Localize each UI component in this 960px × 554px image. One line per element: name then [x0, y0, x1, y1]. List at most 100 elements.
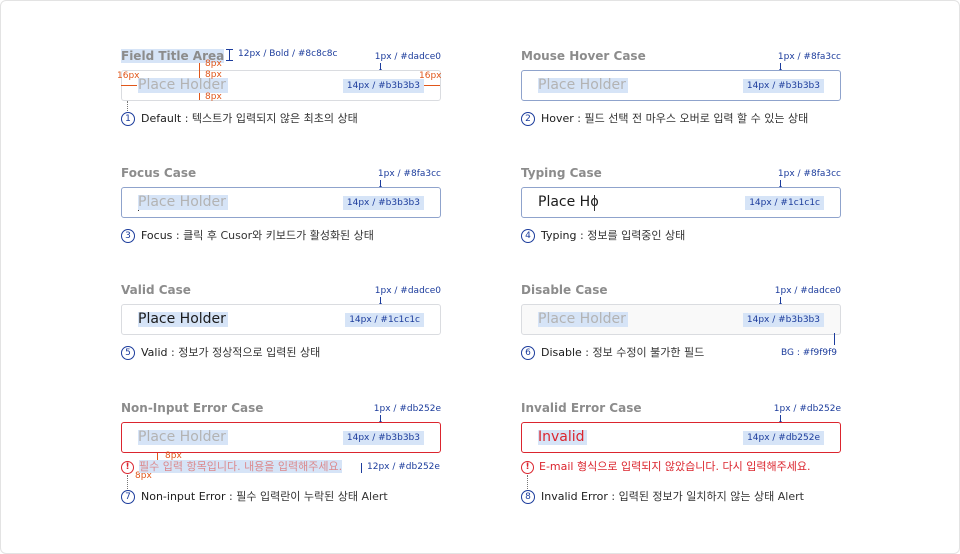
- desc-text: : 필수 입력란이 누락된 상태 Alert: [225, 490, 388, 503]
- desc-text: : 입력된 정보가 일치하지 않는 상태 Alert: [607, 490, 804, 503]
- border-note: 1px / #dadce0: [774, 286, 841, 296]
- case-valid: Valid Case 1px / #dadce0 Place Holder 14…: [121, 283, 441, 383]
- connector-dots: [127, 475, 128, 489]
- text-spec-note: 14px / #b3b3b3: [742, 79, 824, 93]
- gap-marker-field-bottom: [199, 93, 200, 100]
- case-description: 7 Non-input Error : 필수 입력란이 누락된 상태 Alert: [121, 489, 388, 505]
- spec-board: Field Title Area 12px / Bold / #8c8c8c 1…: [0, 0, 960, 554]
- case-description: 2 Hover : 필드 선택 전 마우스 오버로 입력 할 수 있는 상태: [521, 111, 808, 127]
- case-description: 8 Invalid Error : 입력된 정보가 일치하지 않는 상태 Aler…: [521, 489, 804, 505]
- case-default: Field Title Area 12px / Bold / #8c8c8c 1…: [117, 49, 442, 149]
- text-field-error[interactable]: Place Holder 14px / #b3b3b3: [121, 422, 441, 453]
- step-number-badge: 2: [521, 112, 535, 126]
- case-description: 3 Focus : 클릭 후 Cusor와 키보드가 활성화된 상태: [121, 228, 374, 244]
- gap-marker-title-field: [199, 63, 200, 71]
- desc-text: : 정보 수정이 불가한 필드: [581, 346, 705, 359]
- placeholder-text: Place Holder: [138, 194, 228, 210]
- step-number-badge: 5: [121, 346, 135, 360]
- alert-text: E-mail 형식으로 입력되지 않았습니다. 다시 입력해주세요.: [539, 460, 811, 473]
- case-title: Valid Case: [121, 283, 191, 297]
- alert-spec-note: 12px / #db252e: [367, 462, 440, 472]
- text-field-focus[interactable]: Place Holder 14px / #b3b3b3: [121, 187, 441, 218]
- desc-text: : 클릭 후 Cusor와 키보드가 활성화된 상태: [172, 229, 374, 242]
- text-field-valid[interactable]: Place Holder 14px / #1c1c1c: [121, 304, 441, 335]
- placeholder-text: Place Holder: [538, 77, 628, 93]
- alert-size-marker: [361, 463, 362, 473]
- typed-text: Place Ho: [538, 194, 599, 210]
- placeholder-text: Place Holder: [138, 77, 228, 93]
- case-title: Focus Case: [121, 166, 197, 180]
- case-typing: Typing Case 1px / #8fa3cc Place Ho 14px …: [521, 166, 841, 266]
- connector-dots: [527, 475, 528, 489]
- desc-label: Hover: [541, 112, 574, 125]
- step-number-badge: 6: [521, 346, 535, 360]
- gap-label-2: 8px: [205, 70, 222, 80]
- placeholder-text: Place Holder: [138, 429, 228, 445]
- alert-message: ! 필수 입력 항목입니다. 내용을 입력해주세요.: [121, 460, 343, 474]
- text-field-default[interactable]: Place Holder 14px / #b3b3b3: [121, 70, 441, 101]
- entered-text: Place Holder: [138, 311, 228, 327]
- desc-text: : 필드 선택 전 마우스 오버로 입력 할 수 있는 상태: [573, 112, 809, 125]
- title-spec-note: 12px / Bold / #8c8c8c: [238, 49, 338, 59]
- desc-text: : 텍스트가 입력되지 않은 최초의 상태: [181, 112, 358, 125]
- gap-marker-field-top: [199, 71, 200, 78]
- step-number-badge: 8: [521, 490, 535, 504]
- pad-right-label: 16px: [419, 71, 442, 81]
- desc-text: : 정보가 정상적으로 입력된 상태: [167, 346, 321, 359]
- text-field-invalid[interactable]: Invalid 14px / #db252e: [521, 422, 841, 453]
- gap-label-1: 8px: [205, 59, 222, 69]
- text-spec-note: 14px / #b3b3b3: [342, 196, 424, 210]
- case-noninput-error: Non-Input Error Case 1px / #db252e Place…: [121, 401, 441, 504]
- alert-icon: !: [521, 460, 534, 474]
- case-title: Non-Input Error Case: [121, 401, 264, 415]
- alert-icon: !: [121, 460, 134, 474]
- desc-label: Focus: [141, 229, 173, 242]
- alert-message: ! E-mail 형식으로 입력되지 않았습니다. 다시 입력해주세요.: [521, 460, 810, 474]
- desc-label: Default: [141, 112, 182, 125]
- case-description: 6 Disable : 정보 수정이 불가한 필드: [521, 345, 704, 361]
- case-title: Mouse Hover Case: [521, 49, 646, 63]
- gap-label-3: 8px: [205, 92, 222, 102]
- desc-label: Valid: [141, 346, 168, 359]
- border-note: 1px / #dadce0: [374, 52, 441, 62]
- case-description: 5 Valid : 정보가 정상적으로 입력된 상태: [121, 345, 320, 361]
- desc-label: Disable: [541, 346, 582, 359]
- text-spec-note: 14px / #db252e: [743, 431, 824, 445]
- step-number-badge: 1: [121, 112, 135, 126]
- case-focus: Focus Case 1px / #8fa3cc Place Holder 14…: [121, 166, 441, 266]
- title-size-marker-top: [226, 49, 233, 50]
- text-spec-note: 14px / #b3b3b3: [742, 313, 824, 327]
- text-spec-note: 14px / #b3b3b3: [342, 79, 424, 93]
- desc-text: : 정보를 입력중인 상태: [576, 229, 686, 242]
- title-size-marker-bottom: [226, 60, 233, 61]
- desc-label: Typing: [541, 229, 577, 242]
- case-title: Invalid Error Case: [521, 401, 642, 415]
- case-disable: Disable Case 1px / #dadce0 Place Holder …: [521, 283, 841, 383]
- border-note: 1px / #8fa3cc: [777, 169, 841, 179]
- case-invalid-error: Invalid Error Case 1px / #db252e Invalid…: [521, 401, 841, 504]
- pad-right-marker: [424, 85, 440, 86]
- step-number-badge: 4: [521, 229, 535, 243]
- desc-label: Invalid Error: [541, 490, 608, 503]
- text-field-disabled: Place Holder 14px / #b3b3b3: [521, 304, 841, 335]
- case-description: 1 Default : 텍스트가 입력되지 않은 최초의 상태: [121, 111, 358, 127]
- bg-pin: [834, 333, 835, 345]
- text-field-hover[interactable]: Place Holder 14px / #b3b3b3: [521, 70, 841, 101]
- desc-label: Non-input Error: [141, 490, 226, 503]
- text-spec-note: 14px / #1c1c1c: [745, 196, 824, 210]
- text-field-typing[interactable]: Place Ho 14px / #1c1c1c: [521, 187, 841, 218]
- connector-dots: [127, 101, 128, 111]
- step-number-badge: 7: [121, 490, 135, 504]
- placeholder-text: Place Holder: [538, 311, 628, 327]
- alert-text: 필수 입력 항목입니다. 내용을 입력해주세요.: [139, 460, 343, 473]
- text-spec-note: 14px / #b3b3b3: [342, 431, 424, 445]
- border-note: 1px / #8fa3cc: [777, 52, 841, 62]
- case-hover: Mouse Hover Case 1px / #8fa3cc Place Hol…: [521, 49, 841, 149]
- pad-left-label: 16px: [117, 71, 140, 81]
- border-note: 1px / #db252e: [773, 404, 841, 414]
- border-note: 1px / #8fa3cc: [377, 169, 441, 179]
- border-note: 1px / #dadce0: [374, 286, 441, 296]
- text-spec-note: 14px / #1c1c1c: [345, 313, 424, 327]
- border-note: 1px / #db252e: [373, 404, 441, 414]
- bg-spec-note: BG : #f9f9f9: [781, 348, 837, 358]
